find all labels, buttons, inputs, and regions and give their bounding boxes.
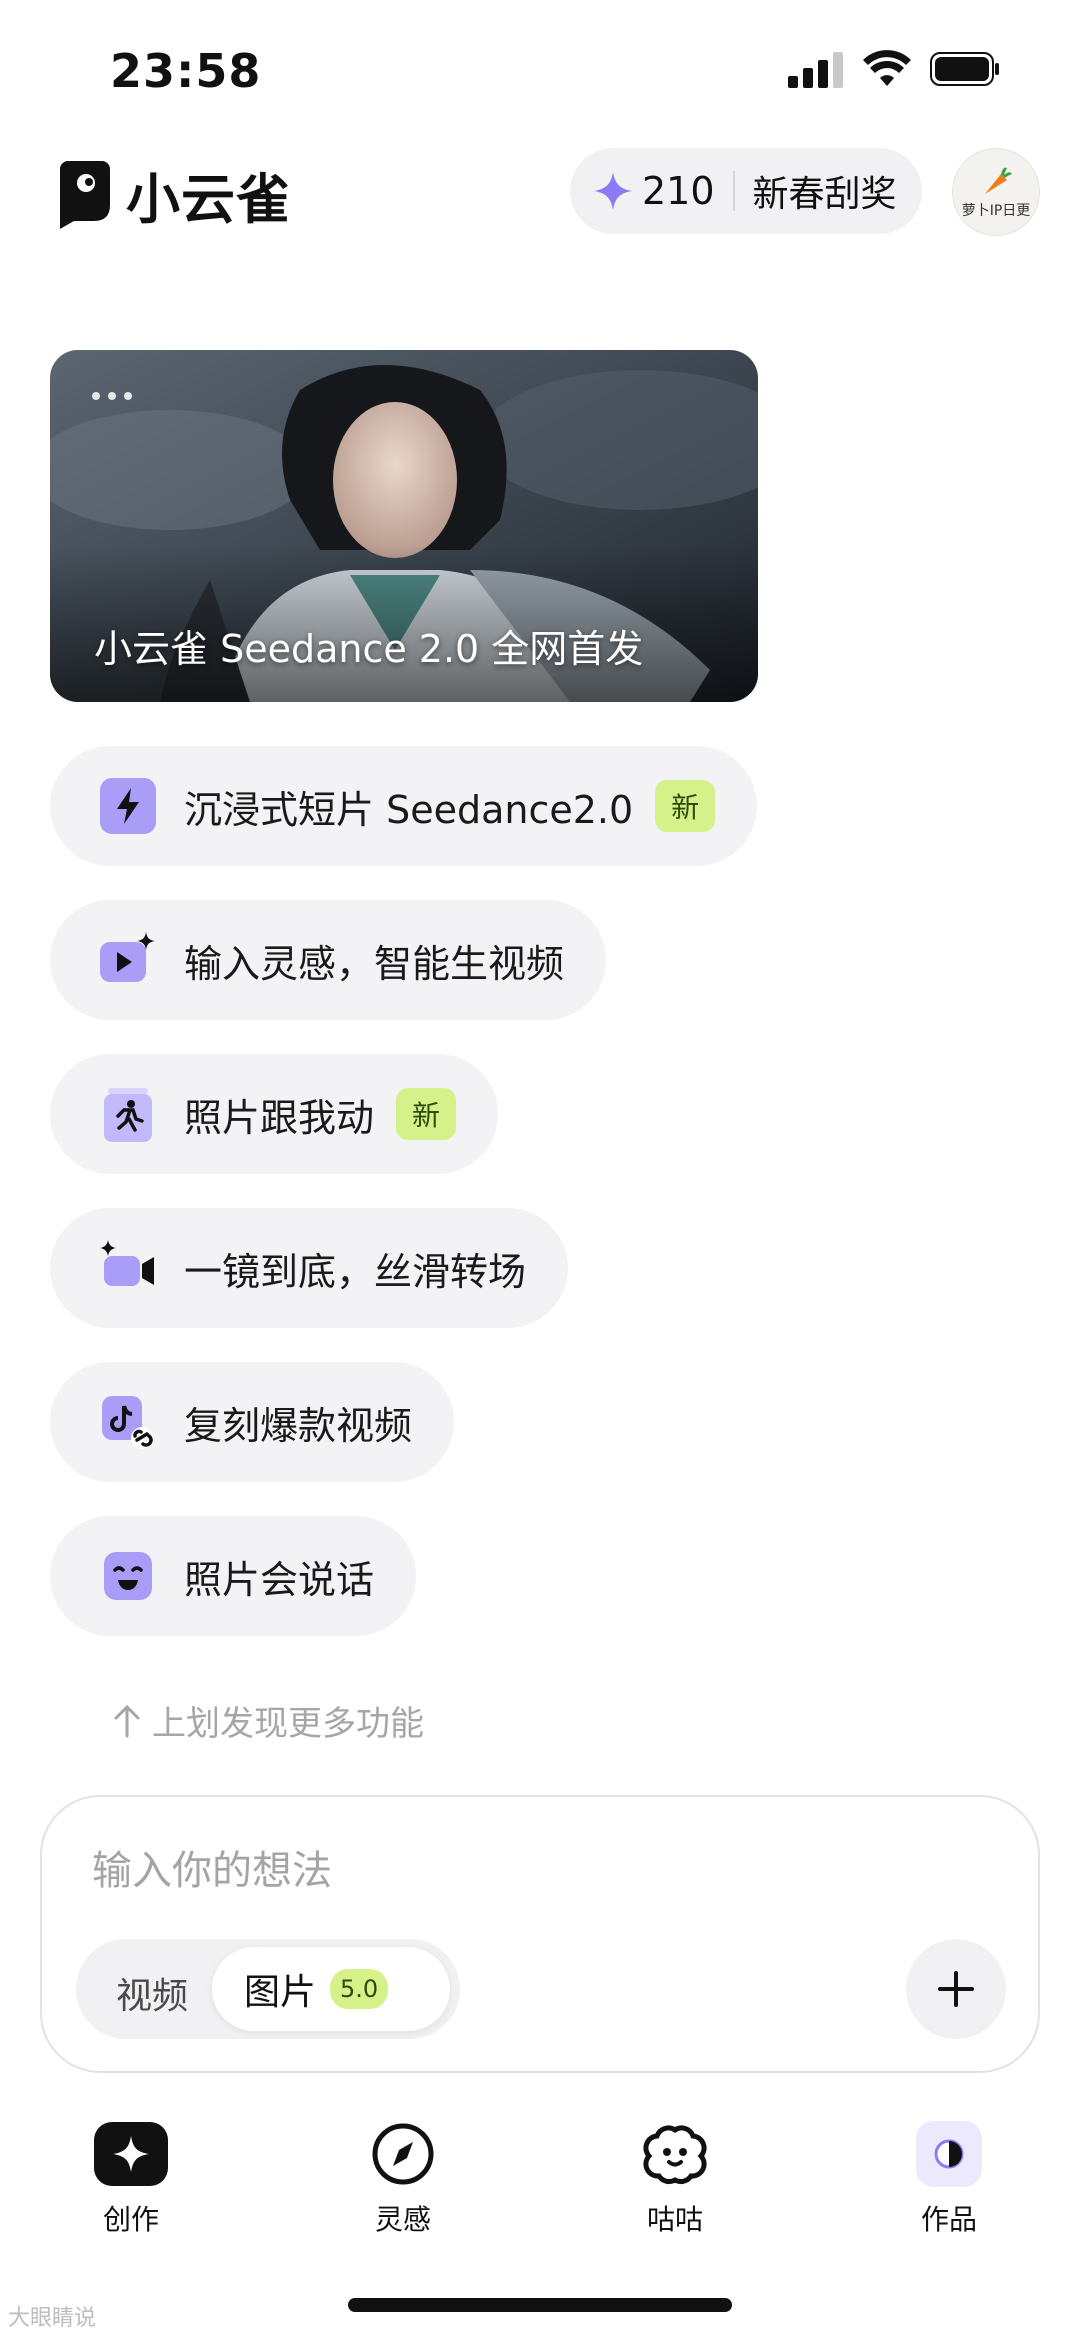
feature-label: 照片会说话 xyxy=(184,1557,375,1602)
status-time: 23:58 xyxy=(110,44,262,98)
bird-logo-icon xyxy=(60,160,110,229)
carrot-icon xyxy=(985,167,1012,194)
watermark: 大眼睛说 xyxy=(8,2306,97,2331)
feature-talking-photo[interactable]: 照片会说话 xyxy=(50,1516,417,1636)
feature-label: 沉浸式短片 Seedance2.0 xyxy=(184,787,634,832)
bottom-nav: 创作 灵感 咕咕 作品 xyxy=(0,2120,1080,2260)
video-sparkle-icon xyxy=(100,932,155,982)
banner-caption: 小云雀 Seedance 2.0 全网首发 xyxy=(94,627,644,671)
cellular-signal-icon xyxy=(788,52,844,88)
half-moon-icon xyxy=(912,2120,986,2188)
version-badge: 5.0 xyxy=(330,1969,389,2009)
points-pill[interactable]: 210 新春刮奖 xyxy=(570,148,922,234)
wifi-icon xyxy=(863,50,911,86)
feature-label: 一镜到底，丝滑转场 xyxy=(184,1249,527,1294)
mode-image-label: 图片 xyxy=(244,1972,317,2013)
camera-sparkle-icon xyxy=(100,1240,154,1286)
avatar[interactable]: 萝卜IP日更 xyxy=(952,148,1040,236)
mode-image-tab[interactable]: 图片 5.0 xyxy=(212,1947,450,2031)
compass-icon xyxy=(366,2120,440,2188)
hero-banner[interactable]: 小云雀 Seedance 2.0 全网首发 xyxy=(50,350,758,702)
prompt-composer: 视频 图片 5.0 xyxy=(40,1795,1040,2073)
feature-label: 照片跟我动 xyxy=(184,1095,375,1140)
nav-works[interactable]: 作品 xyxy=(889,2120,1009,2238)
mode-switch: 视频 图片 5.0 xyxy=(76,1939,460,2039)
cloud-face-icon xyxy=(638,2120,712,2188)
lightning-icon xyxy=(100,778,156,834)
sparkle-icon xyxy=(94,2120,168,2188)
sparkle-star-icon xyxy=(594,172,632,210)
talking-face-icon xyxy=(104,1552,152,1600)
feature-label: 输入灵感，智能生视频 xyxy=(184,941,565,986)
feature-immersive-short[interactable]: 沉浸式短片 Seedance2.0 新 xyxy=(50,746,758,866)
feature-one-take[interactable]: 一镜到底，丝滑转场 xyxy=(50,1208,569,1328)
swipe-up-hint: 上划发现更多功能 xyxy=(112,1696,424,1745)
battery-icon xyxy=(930,52,999,86)
app-logo: 小云雀 xyxy=(60,155,291,234)
nav-label: 灵感 xyxy=(374,2203,431,2236)
feature-photo-follow-me[interactable]: 照片跟我动 新 xyxy=(50,1054,499,1174)
arrow-up-icon xyxy=(114,1704,140,1737)
nav-inspiration[interactable]: 灵感 xyxy=(343,2120,463,2238)
add-button[interactable] xyxy=(906,1939,1006,2039)
mode-video-tab[interactable]: 视频 xyxy=(116,1967,188,2019)
nav-label: 咕咕 xyxy=(646,2203,703,2236)
app-name: 小云雀 xyxy=(126,168,291,231)
hint-text: 上划发现更多功能 xyxy=(152,1704,424,1744)
pill-divider xyxy=(732,171,735,211)
banner-more-dots[interactable] xyxy=(92,392,132,400)
feature-replicate-viral[interactable]: 复刻爆款视频 xyxy=(50,1362,455,1482)
avatar-text: 萝卜IP日更 xyxy=(961,203,1031,219)
promo-link[interactable]: 新春刮奖 xyxy=(753,165,897,217)
new-badge: 新 xyxy=(655,780,716,832)
points-value: 210 xyxy=(642,169,715,213)
nav-gugu[interactable]: 咕咕 xyxy=(615,2120,735,2238)
running-figure-icon xyxy=(104,1088,152,1142)
feature-idea-to-video[interactable]: 输入灵感，智能生视频 xyxy=(50,900,607,1020)
nav-label: 创作 xyxy=(102,2203,159,2236)
screen: 23:58 小云雀 210 新春刮奖 萝卜IP日更 小云雀 Seedance 2… xyxy=(0,0,1080,2337)
feature-label: 复刻爆款视频 xyxy=(184,1403,413,1448)
plus-icon xyxy=(938,1971,974,2007)
prompt-input[interactable] xyxy=(92,1841,892,1901)
home-indicator[interactable] xyxy=(348,2298,732,2312)
new-badge: 新 xyxy=(396,1088,457,1140)
tiktok-link-icon xyxy=(102,1396,153,1449)
nav-create[interactable]: 创作 xyxy=(71,2120,191,2238)
status-bar: 23:58 xyxy=(0,0,1080,130)
nav-label: 作品 xyxy=(920,2203,977,2236)
